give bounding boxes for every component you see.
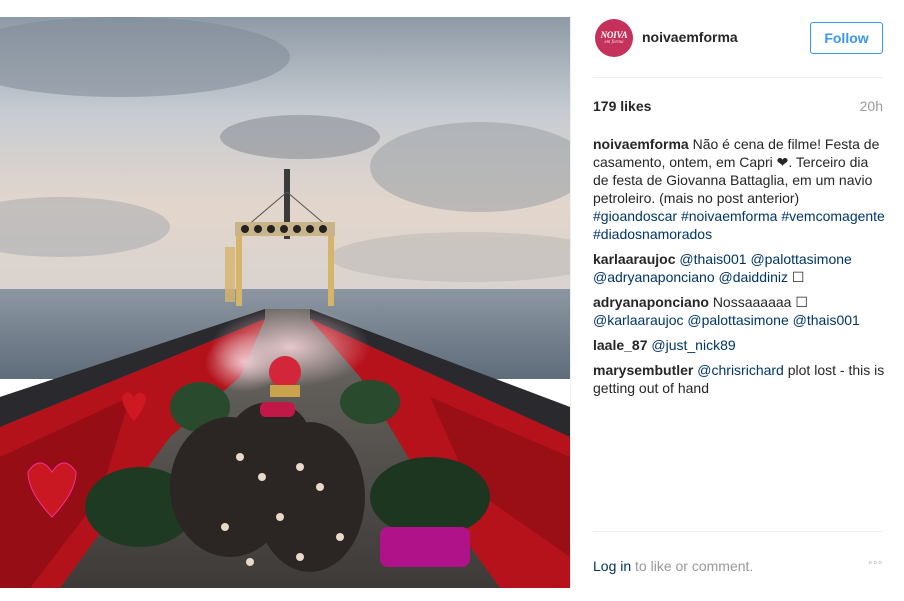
comment-text: Nossaaaaaa ☐: [712, 294, 808, 310]
mention[interactable]: @adryanaponciano: [593, 269, 715, 285]
post-side-panel: NOIVA em forma noivaemforma Follow 179 l…: [570, 17, 904, 588]
login-prompt: Log in to like or comment.: [593, 558, 753, 574]
follow-button[interactable]: Follow: [810, 22, 883, 54]
more-options-icon[interactable]: ◦◦◦: [868, 557, 883, 569]
login-prompt-suffix: to like or comment.: [631, 558, 754, 574]
comment-text: ☐: [791, 269, 805, 285]
comment: marysembutler @chrisrichard plot lost - …: [593, 361, 885, 397]
caption-username[interactable]: noivaemforma: [593, 136, 689, 152]
mention[interactable]: @thais001: [793, 312, 860, 328]
post-header: NOIVA em forma noivaemforma Follow: [593, 17, 883, 78]
hashtag[interactable]: #vemcomagente: [781, 208, 885, 224]
hashtag[interactable]: #noivaemforma: [681, 208, 778, 224]
mention[interactable]: @daiddiniz: [719, 269, 788, 285]
comment-username[interactable]: marysembutler: [593, 362, 693, 378]
hashtag[interactable]: #diadosnamorados: [593, 226, 712, 242]
header-username[interactable]: noivaemforma: [642, 29, 738, 45]
mention[interactable]: @just_nick89: [651, 337, 735, 353]
comment-username[interactable]: laale_87: [593, 337, 648, 353]
caption: noivaemforma Não é cena de filme! Festa …: [593, 135, 885, 243]
instagram-post: NOIVA em forma noivaemforma Follow 179 l…: [0, 17, 904, 588]
post-timestamp[interactable]: 20h: [860, 98, 883, 114]
ship-party-photo: [0, 17, 570, 588]
post-photo[interactable]: [0, 17, 570, 588]
hashtag[interactable]: #gioandoscar: [593, 208, 677, 224]
mention[interactable]: @palottasimone: [687, 312, 788, 328]
avatar-brand-sub: em forma: [604, 39, 624, 45]
avatar[interactable]: NOIVA em forma: [595, 19, 633, 57]
comment-username[interactable]: karlaaraujoc: [593, 251, 676, 267]
comment: karlaaraujoc @thais001 @palottasimone @a…: [593, 250, 885, 286]
post-footer: Log in to like or comment. ◦◦◦: [593, 531, 883, 588]
comment: adryanaponciano Nossaaaaaa ☐ @karlaarauj…: [593, 293, 885, 329]
mention[interactable]: @palottasimone: [750, 251, 851, 267]
avatar-brand: NOIVA: [600, 29, 628, 40]
likes-count[interactable]: 179 likes: [593, 98, 651, 114]
comments-list: noivaemforma Não é cena de filme! Festa …: [593, 135, 885, 404]
comment: laale_87 @just_nick89: [593, 336, 885, 354]
comment-username[interactable]: adryanaponciano: [593, 294, 709, 310]
mention[interactable]: @thais001: [679, 251, 746, 267]
post-stats: 179 likes 20h: [593, 98, 883, 118]
mention[interactable]: @chrisrichard: [697, 362, 784, 378]
login-link[interactable]: Log in: [593, 558, 631, 574]
mention[interactable]: @karlaaraujoc: [593, 312, 683, 328]
